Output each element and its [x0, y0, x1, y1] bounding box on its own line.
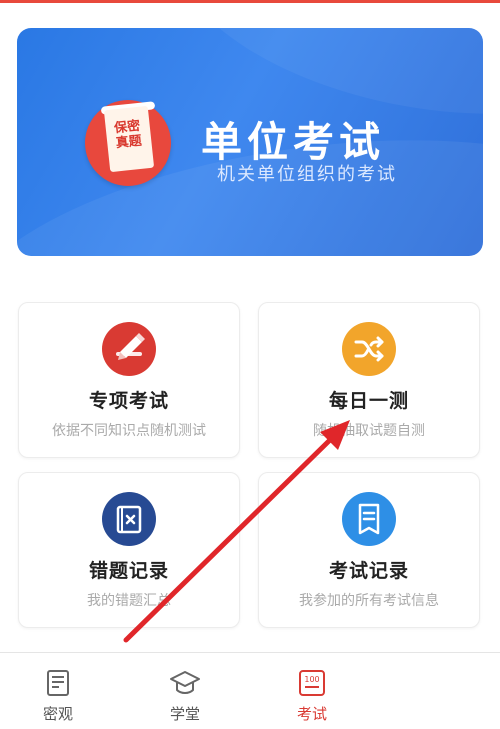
card-description: 随机抽取试题自测 [313, 423, 425, 439]
shuffle-icon [342, 322, 396, 376]
tab-miguan[interactable]: 密观 [8, 653, 108, 729]
wrong-questions-card[interactable]: 错题记录 我的错题汇总 [18, 472, 240, 628]
tab-label: 密观 [42, 705, 73, 723]
card-title: 每日一测 [328, 390, 409, 412]
card-description: 我参加的所有考试信息 [299, 593, 439, 609]
exam-records-card[interactable]: 考试记录 我参加的所有考试信息 [258, 472, 480, 628]
pencil-icon [102, 322, 156, 376]
tab-exam[interactable]: 100 考试 [262, 653, 362, 729]
wrong-book-icon [102, 492, 156, 546]
special-exam-card[interactable]: 专项考试 依据不同知识点随机测试 [18, 302, 240, 458]
record-doc-icon [342, 492, 396, 546]
card-description: 我的错题汇总 [87, 593, 171, 609]
tab-label: 学堂 [169, 705, 200, 723]
tab-label: 考试 [296, 705, 327, 723]
confidential-exam-badge-icon: 保密 真题 [85, 100, 171, 186]
tab-xuetang[interactable]: 学堂 [135, 653, 235, 729]
exam-icon-badge-text: 100 [304, 675, 319, 684]
banner-subtitle: 机关单位组织的考试 [217, 164, 397, 185]
graduation-cap-icon [169, 667, 201, 699]
exam-100-icon: 100 [296, 667, 328, 699]
card-title: 错题记录 [88, 560, 169, 582]
unit-exam-banner[interactable]: 保密 真题 单位考试 机关单位组织的考试 [17, 28, 483, 256]
card-title: 专项考试 [88, 390, 169, 412]
card-description: 依据不同知识点随机测试 [52, 423, 206, 439]
bottom-tab-bar: 密观 学堂 100 考试 [0, 652, 500, 729]
badge-text: 保密 真题 [104, 118, 153, 153]
card-title: 考试记录 [328, 560, 409, 582]
daily-test-card[interactable]: 每日一测 随机抽取试题自测 [258, 302, 480, 458]
banner-title: 单位考试 [201, 118, 385, 166]
top-status-strip [0, 0, 500, 3]
news-icon [42, 667, 74, 699]
